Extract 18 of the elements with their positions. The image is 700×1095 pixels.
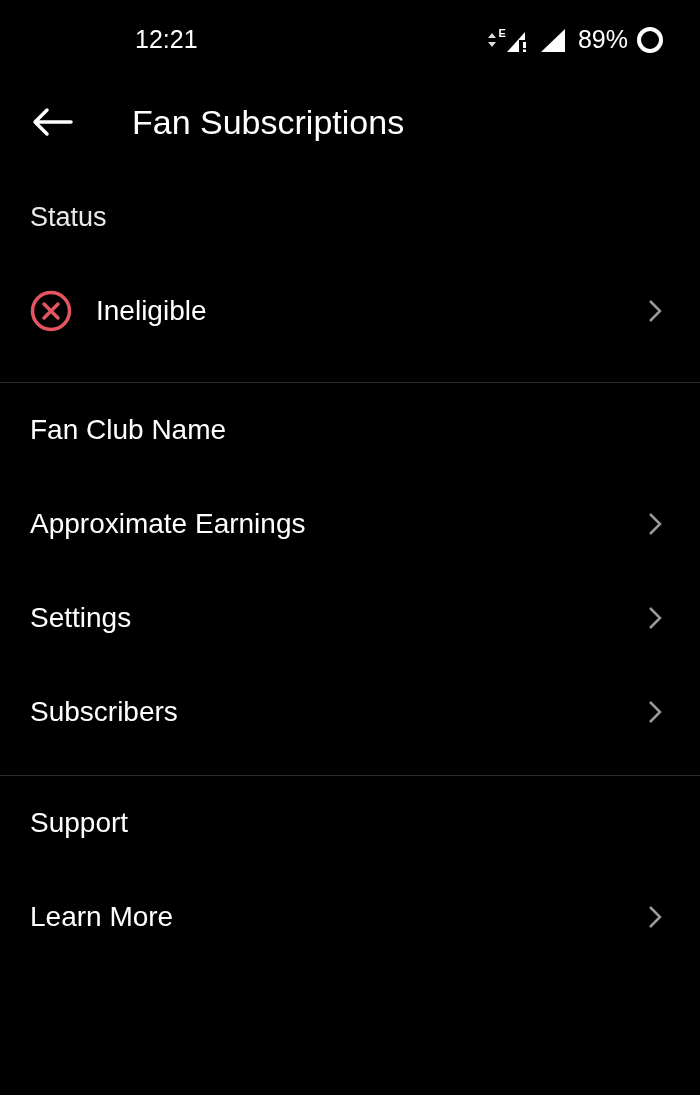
battery-percentage: 89%	[577, 24, 628, 56]
menu-item[interactable]: Subscribers	[0, 665, 700, 759]
status-row[interactable]: Ineligible	[0, 264, 700, 358]
back-arrow-icon	[31, 107, 73, 137]
signal-icon	[539, 28, 566, 52]
menu-item[interactable]: Settings	[0, 571, 700, 665]
menu-item[interactable]: Fan Club Name	[0, 383, 700, 477]
menu-item[interactable]: Support	[0, 776, 700, 870]
section-header: Status	[30, 200, 107, 234]
data-arrows-icon	[486, 32, 497, 48]
menu-item[interactable]: Approximate Earnings	[0, 477, 700, 571]
error-circle-icon	[30, 290, 72, 332]
menu-item[interactable]: Learn More	[0, 870, 700, 964]
clock: 12:21	[135, 24, 198, 56]
network-type-label: E	[498, 28, 506, 39]
battery-ring-icon	[636, 26, 664, 54]
status-text: Ineligible	[96, 294, 208, 328]
screen-title: Fan Subscriptions	[132, 101, 405, 143]
